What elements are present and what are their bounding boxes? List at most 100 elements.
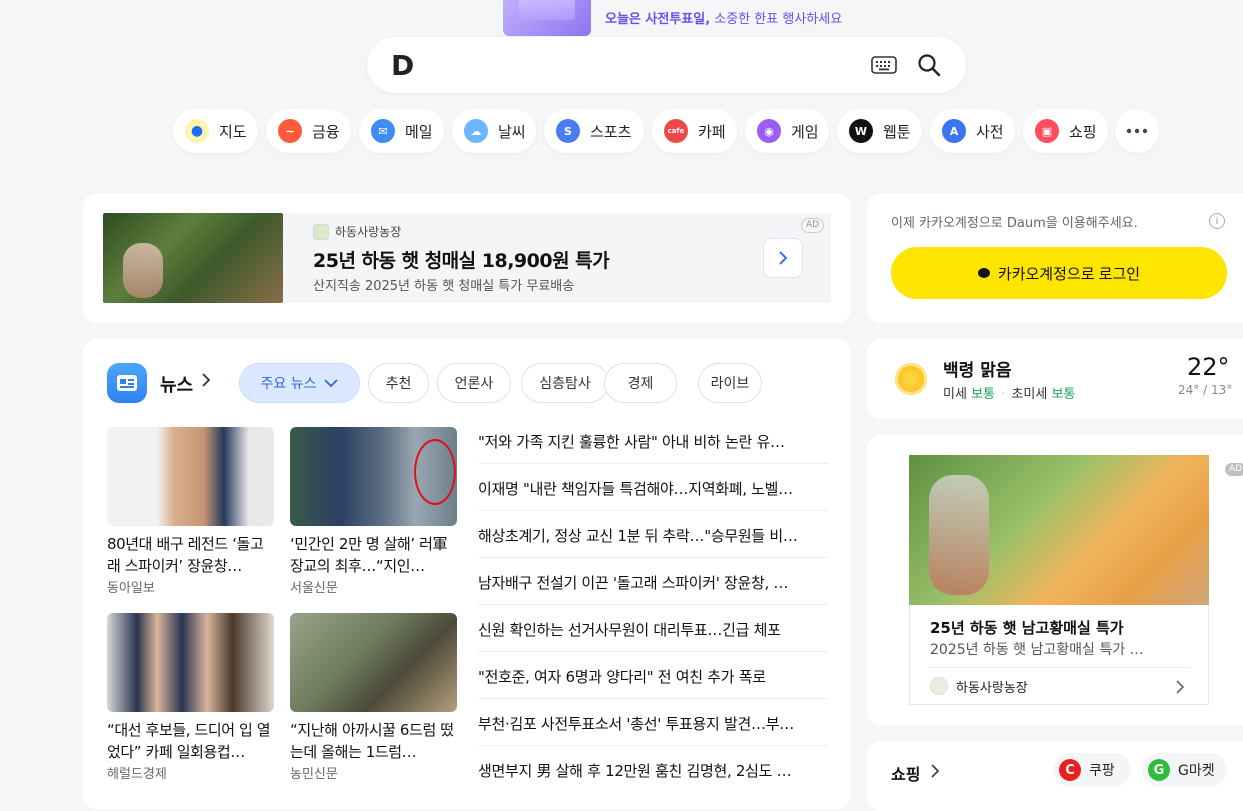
news-headline[interactable]: "저와 가족 지킨 훌륭한 사람" 아내 비하 논란 유… bbox=[478, 431, 828, 452]
news-thumbnail[interactable] bbox=[290, 613, 457, 712]
news-source[interactable]: 헤럴드경제 bbox=[107, 763, 167, 782]
news-tab-label: 주요 뉴스 bbox=[260, 376, 317, 392]
side-ad-image[interactable]: AD bbox=[909, 455, 1243, 605]
ultra-dust-label: 초미세 bbox=[1011, 387, 1048, 402]
temperature-range: 24° / 13° bbox=[1178, 383, 1233, 397]
news-tab-label: 언론사 bbox=[454, 376, 494, 392]
news-thumb-title[interactable]: “지난해 아까시꿀 6드럼 떴는데 올해는 1드럼… bbox=[290, 719, 457, 763]
news-logo-icon[interactable] bbox=[107, 363, 147, 403]
news-headline[interactable]: "전호준, 여자 6명과 양다리" 전 여친 추가 폭로 bbox=[478, 666, 828, 687]
news-source[interactable]: 서울신문 bbox=[290, 577, 338, 596]
daum-logo[interactable]: D bbox=[391, 49, 414, 82]
divider bbox=[478, 510, 828, 511]
side-ad-brand[interactable]: 하동사랑농장 bbox=[956, 677, 1028, 696]
shortcut-label: 금융 bbox=[312, 122, 340, 141]
shortcut-label: 지도 bbox=[219, 122, 247, 141]
news-tab-label: 심층탐사 bbox=[539, 376, 591, 392]
news-headline[interactable]: 이재명 "내란 책임자들 특검해야…지역화폐, 노벨… bbox=[478, 478, 828, 499]
shortcut-1[interactable]: ~ 금융 bbox=[266, 109, 351, 153]
shortcut-5[interactable]: cafe 카페 bbox=[652, 109, 737, 153]
shopping-store-chip[interactable]: C 쿠팡 bbox=[1053, 753, 1131, 787]
news-tab[interactable]: 추천 bbox=[368, 363, 429, 403]
side-ad-card[interactable]: AD 25년 하동 햇 남고황매실 특가 2025년 하동 햇 남고황매실 특가… bbox=[867, 435, 1243, 725]
shopping-chevron-icon[interactable] bbox=[931, 763, 940, 782]
mail-icon: ✉ bbox=[371, 119, 395, 143]
news-tab-label: 경제 bbox=[627, 376, 654, 392]
promo-highlight: 오늘은 사전투표일, bbox=[605, 12, 711, 27]
side-ad-body[interactable]: 25년 하동 햇 남고황매실 특가 2025년 하동 햇 남고황매실 특가 … … bbox=[909, 605, 1209, 705]
shortcut-4[interactable]: S 스포츠 bbox=[544, 109, 644, 153]
promo-text[interactable]: 오늘은 사전투표일, 소중한 한표 행사하세요 bbox=[605, 8, 842, 27]
dust-label: 미세 bbox=[943, 387, 967, 402]
shortcut-6[interactable]: ◉ 게임 bbox=[745, 109, 829, 153]
news-source[interactable]: 동아일보 bbox=[107, 577, 155, 596]
side-ad-title[interactable]: 25년 하동 햇 남고황매실 특가 bbox=[930, 617, 1124, 638]
shopping-title[interactable]: 쇼핑 bbox=[891, 761, 920, 785]
shortcut-label: 웹툰 bbox=[883, 122, 911, 141]
tab-main-news[interactable]: 주요 뉴스 bbox=[239, 363, 360, 403]
webtoon-icon: W bbox=[849, 119, 873, 143]
chevron-right-icon[interactable] bbox=[1176, 679, 1185, 698]
news-thumbnail[interactable] bbox=[107, 427, 274, 526]
search-icon[interactable] bbox=[917, 53, 941, 81]
news-tab[interactable]: 언론사 bbox=[437, 363, 511, 403]
news-headline[interactable]: 해상초계기, 정상 교신 1분 뒤 추락…"승무원들 비… bbox=[478, 525, 828, 546]
shortcut-label: 카페 bbox=[698, 122, 726, 141]
shortcut-3[interactable]: ☁ 날씨 bbox=[452, 109, 536, 153]
news-thumb-title[interactable]: 80년대 배구 레전드 ‘돌고래 스파이커’ 장윤창… bbox=[107, 533, 274, 577]
chevron-down-icon bbox=[324, 379, 339, 387]
shortcut-label: 게임 bbox=[791, 122, 819, 141]
news-card: 뉴스 주요 뉴스 추천 언론사 심층탐사 경제 라이브 80년대 배구 레전드 ‘돌고래 … bbox=[83, 339, 851, 809]
game-controller-icon: ◉ bbox=[757, 119, 781, 143]
news-thumbnail[interactable] bbox=[290, 427, 457, 526]
shortcut-2[interactable]: ✉ 메일 bbox=[359, 109, 444, 153]
ad-image[interactable] bbox=[103, 213, 283, 303]
ad-next-button[interactable] bbox=[763, 238, 803, 278]
news-title[interactable]: 뉴스 bbox=[160, 371, 193, 397]
sports-icon: S bbox=[556, 119, 580, 143]
ad-title[interactable]: 25년 하동 햇 청매실 18,900원 특가 bbox=[313, 246, 610, 273]
shortcut-8[interactable]: A 사전 bbox=[930, 109, 1015, 153]
more-shortcuts-button[interactable] bbox=[1115, 109, 1159, 153]
shopping-store-chip[interactable]: G G마켓 bbox=[1142, 753, 1227, 787]
side-ad-description: 2025년 하동 햇 남고황매실 특가 … bbox=[930, 642, 1144, 658]
news-thumbnail[interactable] bbox=[107, 613, 274, 712]
ad-body[interactable]: 하동사랑농장 25년 하동 햇 청매실 18,900원 특가 산지직송 2025… bbox=[283, 213, 831, 303]
promo-rest: 소중한 한표 행사하세요 bbox=[710, 12, 843, 27]
info-icon[interactable]: i bbox=[1209, 213, 1225, 229]
shortcut-7[interactable]: W 웹툰 bbox=[837, 109, 922, 153]
divider bbox=[478, 651, 828, 652]
news-chevron-icon[interactable] bbox=[201, 372, 211, 392]
cafe-icon: cafe bbox=[664, 119, 688, 143]
weather-location: 백령 맑음 bbox=[943, 361, 1012, 381]
keyboard-icon[interactable] bbox=[871, 56, 897, 78]
kakao-login-label: 카카오계정으로 로그인 bbox=[997, 265, 1141, 283]
news-tab[interactable]: 라이브 bbox=[698, 363, 762, 403]
news-headline[interactable]: 신원 확인하는 선거사무원이 대리투표…긴급 체포 bbox=[478, 619, 828, 640]
news-headline[interactable]: 남자배구 전설기 이끈 '돌고래 스파이커' 장윤창, … bbox=[478, 572, 828, 593]
finance-chart-icon: ~ bbox=[278, 119, 302, 143]
news-source[interactable]: 농민신문 bbox=[290, 763, 338, 782]
gmarket-icon: G bbox=[1148, 759, 1170, 781]
air-quality: 미세 보통 · 초미세 보통 bbox=[943, 387, 1076, 402]
news-headline[interactable]: 부천·김포 사전투표소서 '총선' 투표용지 발견…부… bbox=[478, 713, 828, 734]
shortcut-label: 쇼핑 bbox=[1069, 122, 1097, 141]
shopping-store-label: 쿠팡 bbox=[1089, 763, 1115, 779]
news-tab-label: 라이브 bbox=[710, 376, 750, 392]
promo-banner-art[interactable] bbox=[503, 0, 591, 36]
search-input[interactable] bbox=[437, 47, 861, 85]
shortcut-9[interactable]: ▣ 쇼핑 bbox=[1023, 109, 1108, 153]
divider bbox=[478, 463, 828, 464]
highlight-circle bbox=[414, 439, 456, 505]
news-thumb-title[interactable]: “대선 후보들, 드디어 입 열었다” 카페 일회용컵… bbox=[107, 719, 274, 763]
news-tab[interactable]: 경제 bbox=[604, 363, 677, 403]
weather-card[interactable]: 백령 맑음 미세 보통 · 초미세 보통 22° 24° / 13° bbox=[867, 339, 1243, 419]
news-headline[interactable]: 생면부지 男 살해 후 12만원 훔친 김명현, 2심도 … bbox=[478, 760, 828, 781]
ad-banner-card[interactable]: 하동사랑농장 25년 하동 햇 청매실 18,900원 특가 산지직송 2025… bbox=[83, 193, 851, 323]
shopping-bag-icon: ▣ bbox=[1035, 119, 1059, 143]
kakao-login-button[interactable]: 카카오계정으로 로그인 bbox=[891, 247, 1227, 299]
shortcut-0[interactable]: ● 지도 bbox=[173, 109, 258, 153]
news-thumb-title[interactable]: ‘민간인 2만 명 살해’ 러軍 장교의 최후…“지인… bbox=[290, 533, 457, 577]
ultra-dust-value: 보통 bbox=[1051, 387, 1076, 402]
news-tab[interactable]: 심층탐사 bbox=[521, 363, 609, 403]
